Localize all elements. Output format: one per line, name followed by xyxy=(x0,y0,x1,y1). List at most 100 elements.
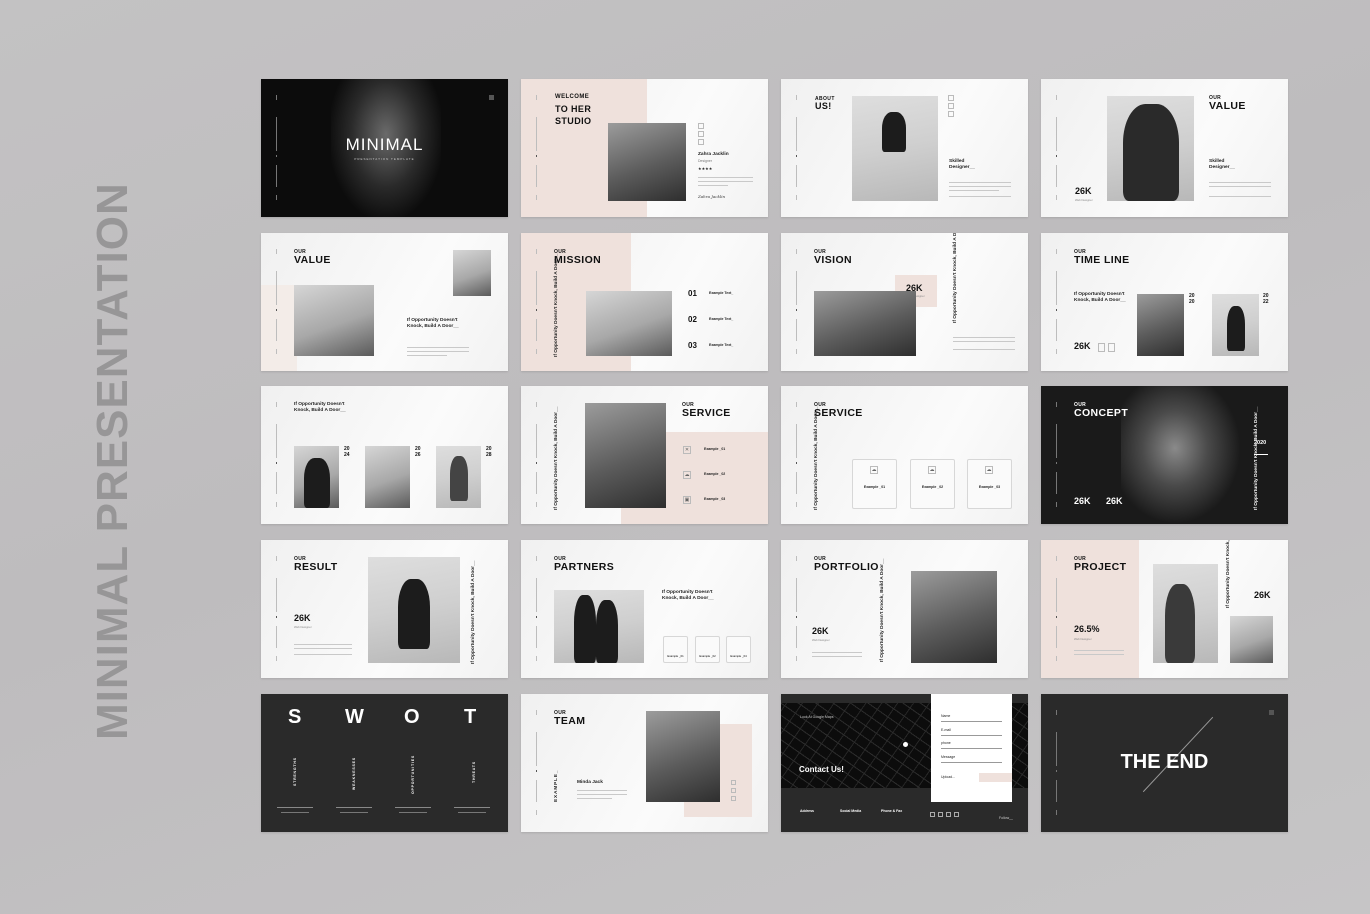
slide-11-service[interactable]: OUR SERVICE If Opportunity Doesn't Knock… xyxy=(781,386,1028,524)
swot-word: THREATS xyxy=(472,761,476,783)
slide-17-swot[interactable]: S W O T STRENGTHS WEAKNESSES OPPORTUNITI… xyxy=(261,694,508,832)
stat-value: 26K xyxy=(812,626,829,636)
slide-title-line: WELCOME xyxy=(555,94,590,100)
partner-card[interactable]: Example _01 xyxy=(663,636,688,663)
vertical-quote: If Opportunity Doesn't Knock, Build A Do… xyxy=(1226,540,1231,608)
partner-card[interactable]: Example _04 xyxy=(726,636,751,663)
swot-word: OPPORTUNITIES xyxy=(411,755,415,794)
social-icon[interactable] xyxy=(948,103,954,109)
slide-02-welcome[interactable]: WELCOME TO HER STUDIO Zahra Jacklin Desi… xyxy=(521,79,768,217)
cloud-icon: ☁ xyxy=(870,466,878,474)
service-card[interactable]: ☁ Example _03 xyxy=(967,459,1012,509)
slide-title: Contact Us! xyxy=(799,765,844,774)
model-photo xyxy=(1137,294,1184,356)
cover-title: MINIMAL xyxy=(345,135,424,154)
slide-title: MISSION xyxy=(554,254,602,266)
model-photo xyxy=(294,446,339,508)
box-icon: ▣ xyxy=(683,496,691,504)
quote: If Opportunity Doesn't Knock, Build A Do… xyxy=(662,590,714,601)
social-icon[interactable] xyxy=(1098,343,1105,352)
slide-title: TIME LINE xyxy=(1074,254,1130,266)
rating-stars: ★★★★ xyxy=(698,166,713,171)
year-label: 20 28 xyxy=(486,446,492,458)
map-link[interactable]: Look At Google Maps xyxy=(800,715,833,720)
stat-value: 26K xyxy=(1106,496,1123,506)
cloud-icon: ☁ xyxy=(928,466,936,474)
social-icon[interactable] xyxy=(954,812,959,817)
vertical-quote: If Opportunity Doesn't Knock, Build A Do… xyxy=(953,233,958,323)
stat-value: 26.5% xyxy=(1074,624,1100,634)
cloud-icon: ☁ xyxy=(683,471,691,479)
page-vertical-title: MINIMAL PRESENTATION xyxy=(88,182,137,740)
slide-title-line: US! xyxy=(815,101,832,111)
slide-03-about[interactable]: ABOUT US! Skilled Designer__ xyxy=(781,79,1028,217)
logo-square-icon xyxy=(489,95,494,100)
social-icon[interactable] xyxy=(698,123,704,129)
vertical-quote: If Opportunity Doesn't Knock, Build A Do… xyxy=(554,406,559,510)
slide-13-result[interactable]: OUR RESULT 26K Web Designer If Opportuni… xyxy=(261,540,508,678)
slide-15-portfolio[interactable]: OUR PORTFOLIO 26K Web Designer If Opport… xyxy=(781,540,1028,678)
slide-04-value[interactable]: OUR VALUE Skilled Designer__ 26K Web Des… xyxy=(1041,79,1288,217)
slide-title-line: STUDIO xyxy=(555,116,592,126)
slide-01-cover[interactable]: MINIMAL PRESENTATION TEMPLATE xyxy=(261,79,508,217)
service-card[interactable]: ☁ Example _01 xyxy=(852,459,897,509)
social-icon[interactable] xyxy=(938,812,943,817)
section-heading: Skilled Designer__ xyxy=(1209,159,1235,170)
slide-title: RESULT xyxy=(294,561,338,573)
social-icon[interactable] xyxy=(698,139,704,145)
model-photo xyxy=(294,285,374,356)
quote: If Opportunity Doesn't Knock, Build A Do… xyxy=(294,402,346,413)
social-icon[interactable] xyxy=(930,812,935,817)
message-field[interactable] xyxy=(941,762,1002,763)
signature: Zahra Jacklin xyxy=(698,194,726,199)
social-icon[interactable] xyxy=(731,796,736,801)
follow-link[interactable]: Follow__ xyxy=(999,816,1013,821)
social-icon[interactable] xyxy=(698,131,704,137)
vertical-label: EXAMPLE_ xyxy=(554,769,559,802)
slide-12-concept[interactable]: OUR CONCEPT 2020 If Opportunity Doesn't … xyxy=(1041,386,1288,524)
logo-square-icon xyxy=(1269,710,1274,715)
partner-card[interactable]: Example _02 xyxy=(695,636,720,663)
model-photo xyxy=(1107,96,1194,201)
social-icon[interactable] xyxy=(731,780,736,785)
person-name: Minda Jack xyxy=(577,780,603,785)
model-photo xyxy=(911,571,997,663)
person-name: Zahra Jacklin xyxy=(698,152,729,157)
phone-field[interactable] xyxy=(941,748,1002,749)
slide-08-timeline[interactable]: OUR TIME LINE If Opportunity Doesn't Kno… xyxy=(1041,233,1288,371)
slide-05-value[interactable]: OUR VALUE If Opportunity Doesn't Knock, … xyxy=(261,233,508,371)
submit-button[interactable] xyxy=(979,773,1012,782)
social-icon[interactable] xyxy=(948,111,954,117)
slide-10-service[interactable]: If Opportunity Doesn't Knock, Build A Do… xyxy=(521,386,768,524)
slide-07-vision[interactable]: OUR VISION 26K Web Designer If Opportuni… xyxy=(781,233,1028,371)
slide-09-timeline-gallery[interactable]: If Opportunity Doesn't Knock, Build A Do… xyxy=(261,386,508,524)
social-icon[interactable] xyxy=(948,95,954,101)
email-field[interactable] xyxy=(941,735,1002,736)
slide-19-contact[interactable]: Look At Google Maps Contact Us! Name E-m… xyxy=(781,694,1028,832)
slide-18-team[interactable]: OUR TEAM EXAMPLE_ Minda Jack xyxy=(521,694,768,832)
vertical-quote: If Opportunity Doesn't Knock, Build A Do… xyxy=(1254,406,1259,510)
slide-title: TEAM xyxy=(554,715,586,727)
service-card[interactable]: ☁ Example _02 xyxy=(910,459,955,509)
social-icon[interactable] xyxy=(731,788,736,793)
quote: If Opportunity Doesn't Knock, Build A Do… xyxy=(1074,292,1126,303)
stat-value: 26K xyxy=(1254,590,1271,600)
stat-value: 26K xyxy=(1075,186,1092,196)
model-photo xyxy=(586,291,672,356)
model-photo xyxy=(436,446,481,508)
vertical-quote: If Opportunity Doesn't Knock, Build A Do… xyxy=(554,253,559,357)
name-field[interactable] xyxy=(941,721,1002,722)
upload-button[interactable]: Upload... xyxy=(941,775,955,780)
slide-20-the-end[interactable]: THE END xyxy=(1041,694,1288,832)
model-photo xyxy=(585,403,666,508)
social-icon[interactable] xyxy=(1108,343,1115,352)
slide-06-mission[interactable]: OUR MISSION If Opportunity Doesn't Knock… xyxy=(521,233,768,371)
slide-title: SERVICE xyxy=(682,407,731,419)
swot-word: STRENGTHS xyxy=(293,757,297,786)
slide-16-project[interactable]: OUR PROJECT 26.5% Web Designer If Opport… xyxy=(1041,540,1288,678)
vertical-quote: If Opportunity Doesn't Knock, Build A Do… xyxy=(471,560,476,664)
slide-title: VALUE xyxy=(294,254,331,266)
slide-14-partners[interactable]: OUR PARTNERS If Opportunity Doesn't Knoc… xyxy=(521,540,768,678)
model-photo xyxy=(1212,294,1259,356)
social-icon[interactable] xyxy=(946,812,951,817)
